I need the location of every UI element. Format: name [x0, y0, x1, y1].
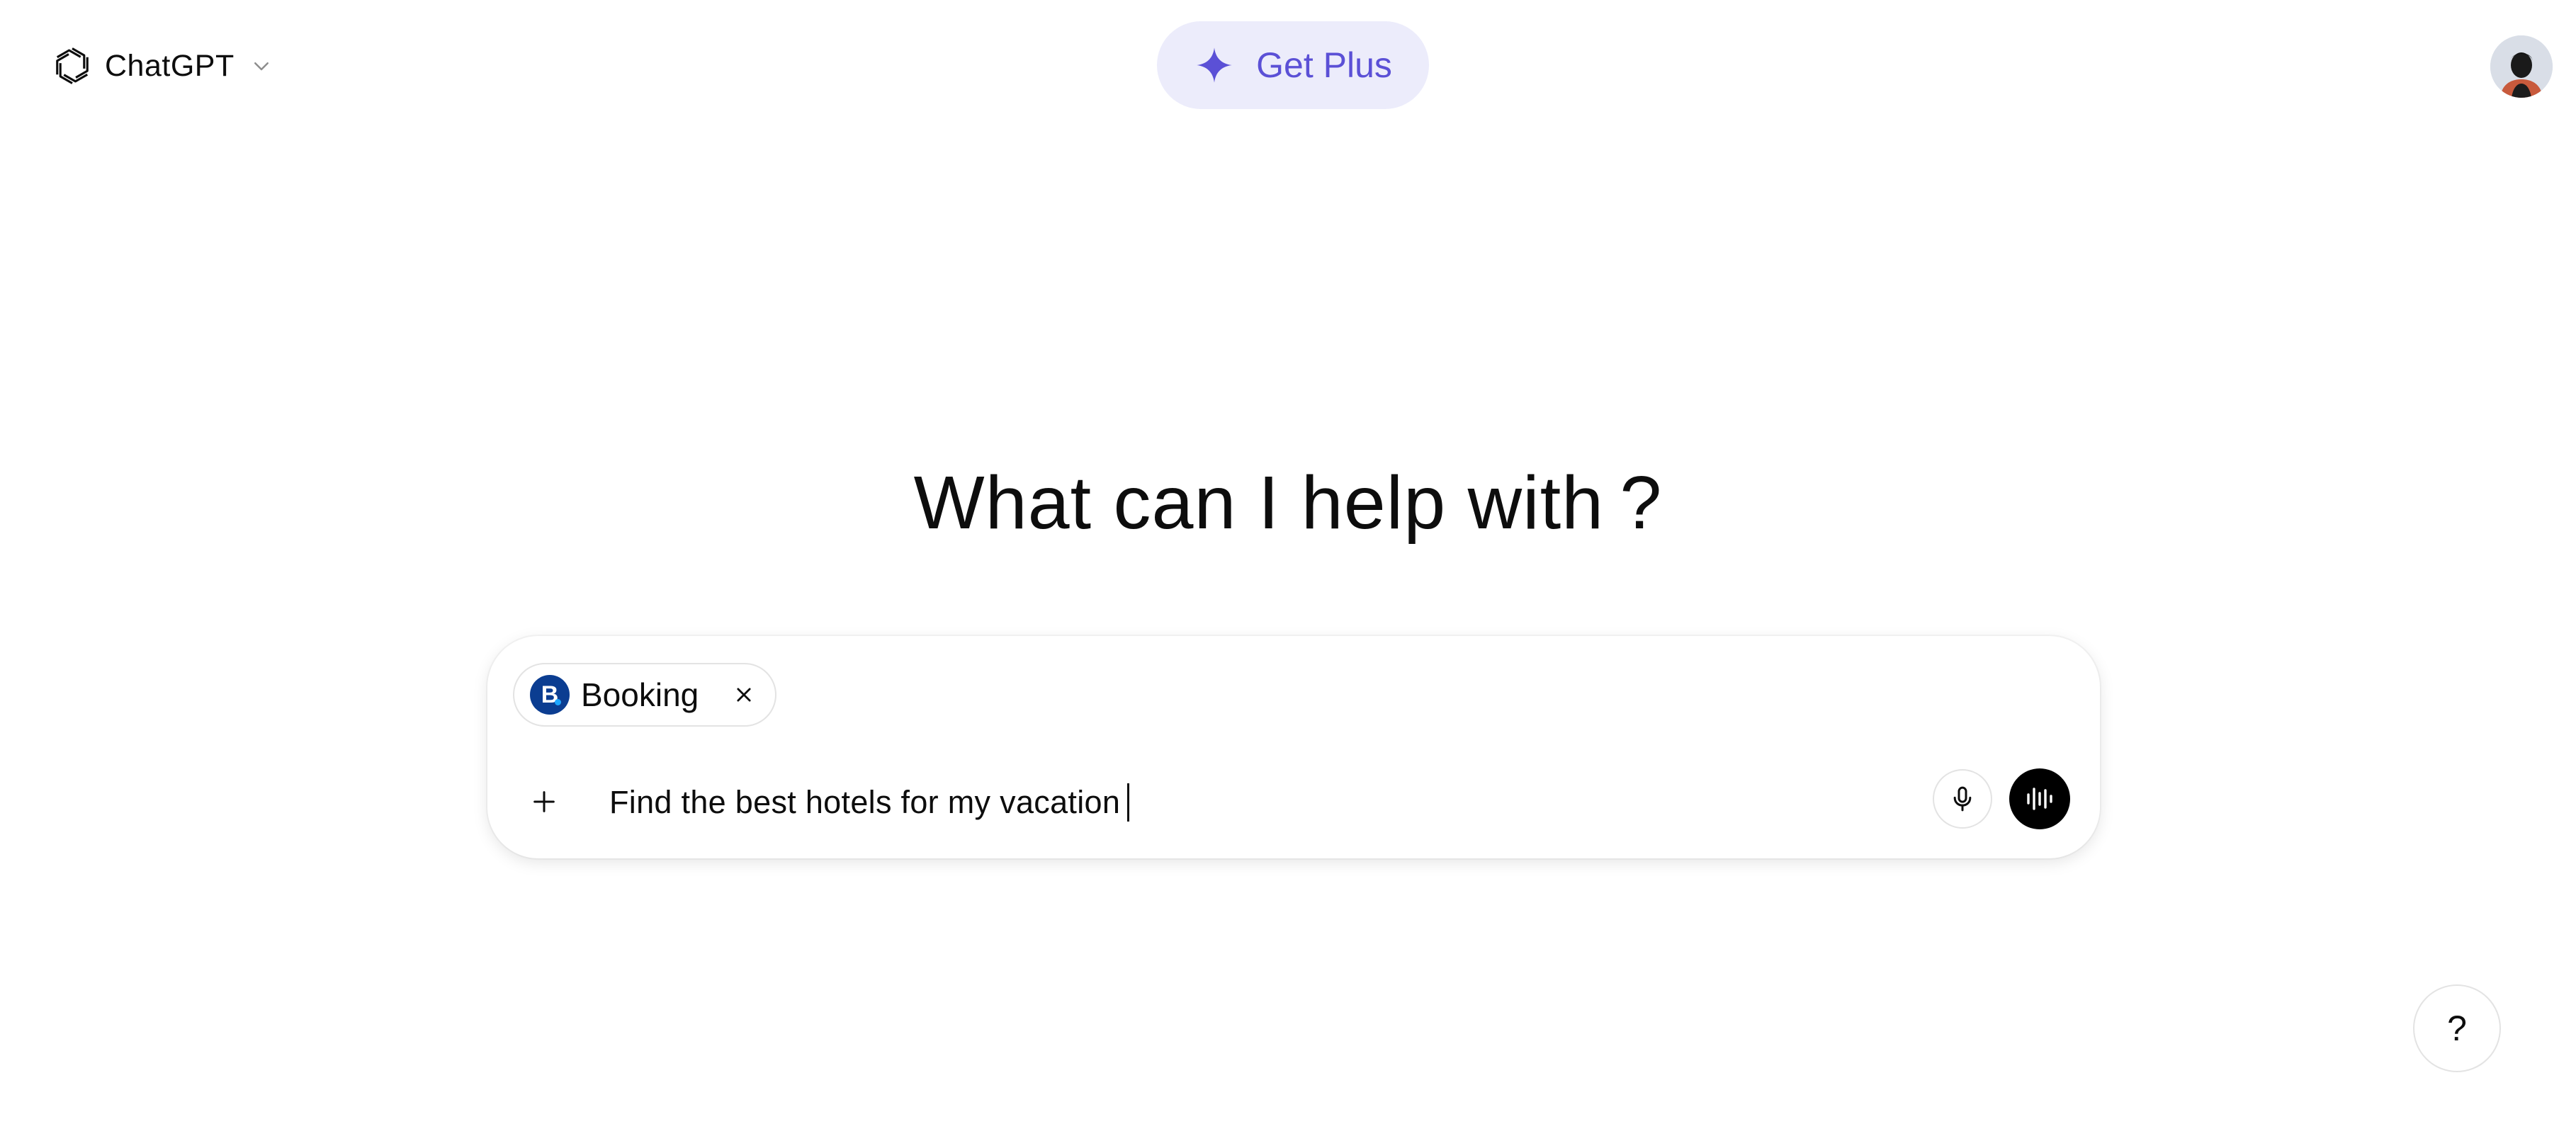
page-title: What can I help with ? [913, 461, 1663, 545]
help-button[interactable]: ? [2413, 984, 2501, 1072]
chat-home-page: ChatGPT Get Plus What can I help with ? [0, 0, 2576, 1136]
model-name: ChatGPT [105, 48, 235, 83]
avatar[interactable] [2490, 35, 2553, 98]
voice-mode-button[interactable] [2009, 768, 2070, 829]
openai-logo-icon [50, 43, 95, 89]
app-chip-label: Booking [581, 676, 699, 713]
text-caret [1127, 783, 1130, 822]
model-switcher[interactable]: ChatGPT [50, 41, 274, 91]
get-plus-label: Get Plus [1256, 45, 1392, 85]
sparkle-icon [1194, 45, 1235, 86]
prompt-input[interactable]: Find the best hotels for my vacation [609, 778, 1130, 827]
booking-logo-icon: B [530, 675, 570, 715]
voice-waveform-icon [2023, 782, 2057, 816]
plus-icon [530, 788, 558, 816]
booking-app-chip[interactable]: B Booking [513, 663, 776, 727]
composer: B Booking Find the best hotels for my va… [487, 636, 2100, 858]
dictate-button[interactable] [1933, 769, 1992, 829]
prompt-text: Find the best hotels for my vacation [609, 784, 1121, 820]
booking-logo-dot [555, 699, 561, 705]
close-icon[interactable] [730, 681, 758, 709]
get-plus-button[interactable]: Get Plus [1157, 21, 1429, 109]
chevron-down-icon [249, 53, 274, 79]
microphone-icon [1948, 785, 1977, 813]
attach-button[interactable] [517, 775, 571, 829]
